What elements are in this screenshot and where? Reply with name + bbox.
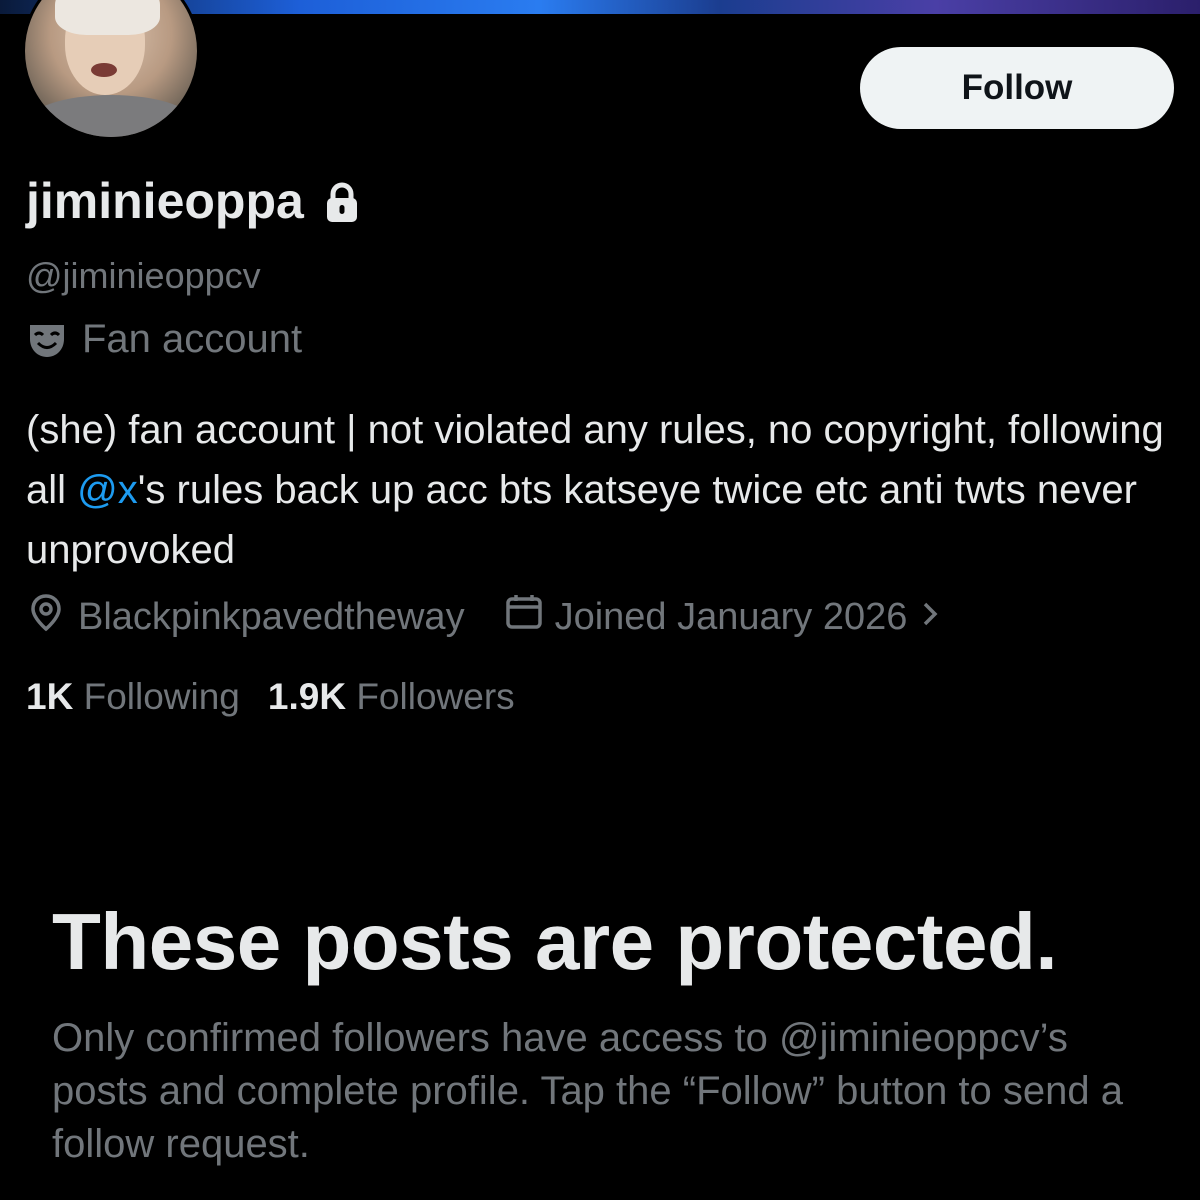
following-stat[interactable]: 1K Following	[26, 676, 240, 718]
followers-count: 1.9K	[267, 676, 347, 717]
avatar-mouth	[91, 63, 117, 77]
following-count: 1K	[26, 676, 74, 717]
chevron-right-icon	[919, 596, 941, 639]
category-label: Fan account	[82, 317, 303, 361]
display-name-row: jiminieoppa	[26, 172, 362, 230]
lock-icon	[322, 179, 362, 223]
category-row: Fan account	[26, 317, 302, 362]
avatar-shoulder	[25, 95, 197, 137]
profile-meta: Blackpinkpavedtheway Joined January 2026	[26, 592, 941, 642]
location-pin-icon	[26, 592, 66, 642]
following-label: Following	[83, 676, 240, 717]
followers-stat[interactable]: 1.9K Followers	[268, 676, 515, 718]
follow-stats: 1K Following 1.9K Followers	[26, 676, 515, 718]
bio-mention-link[interactable]: @x	[77, 468, 138, 512]
joined-item[interactable]: Joined January 2026	[505, 593, 942, 641]
protected-description: Only confirmed followers have access to …	[52, 1016, 1123, 1166]
calendar-icon	[505, 593, 543, 641]
location-text: Blackpinkpavedtheway	[78, 595, 465, 638]
bio: (she) fan account | not violated any rul…	[26, 400, 1176, 580]
joined-text: Joined January 2026	[554, 595, 908, 638]
avatar-hair	[55, 0, 160, 35]
bio-text-2: 's rules back up acc bts katseye twice e…	[26, 468, 1137, 572]
protected-title: These posts are protected.	[52, 897, 1058, 986]
handle: @jiminieoppcv	[26, 255, 261, 296]
followers-label: Followers	[356, 676, 515, 717]
mask-icon	[26, 319, 68, 361]
avatar[interactable]	[22, 0, 200, 140]
follow-button[interactable]: Follow	[860, 47, 1174, 129]
location-item: Blackpinkpavedtheway	[26, 592, 465, 642]
display-name: jiminieoppa	[26, 173, 304, 229]
